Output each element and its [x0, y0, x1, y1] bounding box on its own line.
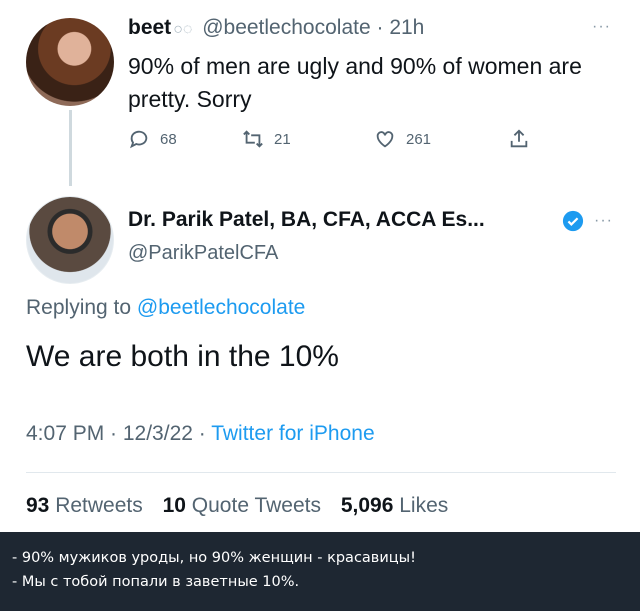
name-emoji: ○◌ [173, 21, 193, 38]
display-name[interactable]: beet [128, 16, 171, 39]
share-icon [510, 129, 528, 148]
quotes-count: 10 [162, 494, 186, 517]
separator: · [376, 16, 384, 39]
more-icon[interactable]: ··· [592, 18, 611, 36]
divider [26, 472, 616, 473]
verified-icon [562, 210, 584, 232]
avatar[interactable] [26, 196, 114, 284]
tweet-text: 90% of men are ugly and 90% of women are… [128, 53, 582, 112]
caption-line: - 90% мужиков уроды, но 90% женщин - кра… [12, 550, 416, 566]
tweet-stats: 93 Retweets 10 Quote Tweets 5,096 Likes [26, 494, 448, 518]
like-button[interactable]: 261 [374, 128, 431, 150]
reply-button[interactable]: 68 [128, 128, 177, 150]
reply-count: 68 [160, 130, 177, 148]
replying-to: Replying to @beetlechocolate [26, 296, 305, 320]
thread-line [69, 110, 72, 186]
caption: - 90% мужиков уроды, но 90% женщин - кра… [0, 532, 640, 611]
tweet-text: We are both in the 10% [26, 340, 339, 373]
retweets-label: Retweets [55, 494, 143, 517]
retweet-count: 21 [274, 130, 291, 148]
display-name[interactable]: Dr. Parik Patel, BA, CFA, ACCA Es... [128, 208, 485, 232]
likes-stat[interactable]: 5,096 Likes [341, 494, 448, 517]
reply-icon [129, 130, 148, 149]
user-handle[interactable]: @beetlechocolate [202, 16, 370, 39]
replying-prefix: Replying to [26, 296, 137, 319]
likes-label: Likes [399, 494, 449, 517]
tweet-meta: 4:07 PM · 12/3/22 · Twitter for iPhone [26, 422, 375, 446]
retweets-stat[interactable]: 93 Retweets [26, 494, 157, 517]
quotes-label: Quote Tweets [191, 494, 321, 517]
replying-to-link[interactable]: @beetlechocolate [137, 296, 305, 319]
tweet-actions: 68 21 261 [128, 128, 548, 156]
avatar[interactable] [26, 18, 114, 106]
timestamp[interactable]: 4:07 PM · 12/3/22 · [26, 422, 211, 445]
caption-line: - Мы с тобой попали в заветные 10%. [12, 574, 300, 590]
likes-count: 5,096 [340, 494, 394, 517]
retweet-icon [243, 130, 263, 148]
tweet-header: beet ○◌ @beetlechocolate · 21h [128, 16, 424, 40]
source-link[interactable]: Twitter for iPhone [211, 422, 374, 445]
like-icon [376, 131, 394, 148]
retweet-button[interactable]: 21 [242, 128, 291, 150]
quotes-stat[interactable]: 10 Quote Tweets [163, 494, 335, 517]
user-handle[interactable]: @ParikPatelCFA [128, 242, 278, 265]
share-button[interactable] [508, 128, 540, 150]
tweet-original: beet ○◌ @beetlechocolate · 21h ··· 90% of… [0, 0, 640, 186]
like-count: 261 [406, 130, 432, 148]
retweets-count: 93 [26, 494, 50, 517]
more-icon[interactable]: ··· [594, 212, 613, 230]
timestamp[interactable]: 21h [389, 16, 424, 39]
